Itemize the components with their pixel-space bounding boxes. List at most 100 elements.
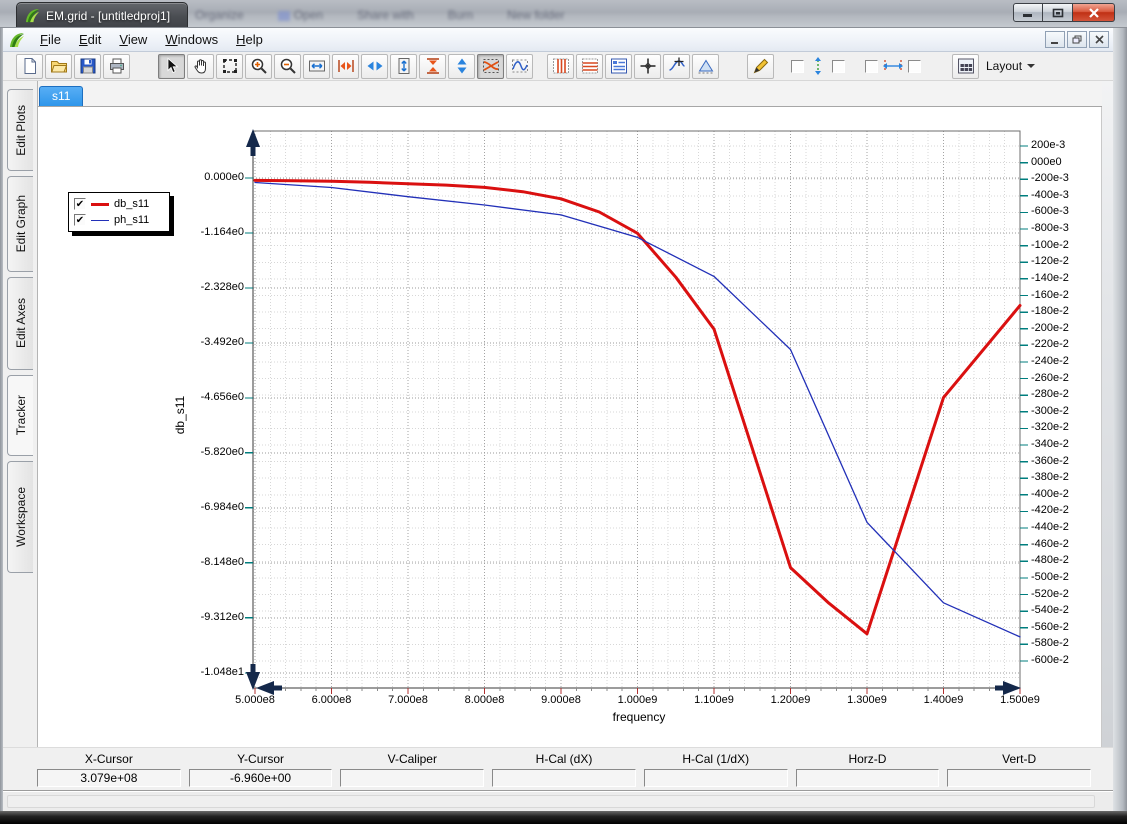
field-label: Y-Cursor <box>189 752 333 769</box>
crosshair-button[interactable] <box>634 54 661 79</box>
top-cursor-checkbox[interactable] <box>865 60 878 73</box>
bg-new-folder: New folder <box>507 8 564 22</box>
mdi-close-button[interactable] <box>1089 31 1109 48</box>
select-cursor-button[interactable] <box>158 54 185 79</box>
menu-edit[interactable]: Edit <box>70 29 110 50</box>
vertical-markers-button[interactable] <box>547 54 574 79</box>
expand-y-icon <box>453 57 471 75</box>
toolbar: Layout <box>3 52 1113 81</box>
zoom-in-button[interactable] <box>245 54 272 79</box>
menu-help[interactable]: Help <box>227 29 272 50</box>
tab-s11[interactable]: s11 <box>39 86 83 106</box>
sidetab-edit-plots[interactable]: Edit Plots <box>7 89 33 171</box>
horizontal-markers-button[interactable] <box>576 54 603 79</box>
bottom-cursor-checkbox[interactable] <box>908 60 921 73</box>
open-file-button[interactable] <box>45 54 72 79</box>
field-label: V-Caliper <box>340 752 484 769</box>
window-border-right <box>1113 28 1127 811</box>
menu-windows[interactable]: Windows <box>156 29 227 50</box>
tracker-button[interactable] <box>663 54 690 79</box>
folder-icon <box>278 11 290 21</box>
layout-label: Layout <box>986 59 1022 73</box>
field-horz-d: Horz-D <box>796 752 940 787</box>
horz-d-value[interactable] <box>796 769 940 787</box>
sidetab-workspace[interactable]: Workspace <box>7 461 33 573</box>
menu-view[interactable]: View <box>110 29 156 50</box>
legend-line-sample-ph-s11 <box>91 220 109 221</box>
sidetab-edit-graph[interactable]: Edit Graph <box>7 176 33 272</box>
pan-button[interactable] <box>187 54 214 79</box>
mdi-close-icon <box>1095 35 1104 44</box>
minimize-icon <box>1022 8 1034 17</box>
zoom-window-icon <box>221 57 239 75</box>
sidetab-tracker[interactable]: Tracker <box>7 375 33 456</box>
zoom-window-button[interactable] <box>216 54 243 79</box>
legend-checkbox-ph-s11[interactable]: ✔ <box>74 214 86 226</box>
expand-y-button[interactable] <box>448 54 475 79</box>
vertical-markers-icon <box>552 57 570 75</box>
open-folder-icon <box>50 57 68 75</box>
legend-checkbox-db-s11[interactable]: ✔ <box>74 198 86 210</box>
bg-organize: Organize <box>195 8 244 22</box>
vertical-scrollbar[interactable] <box>1102 81 1113 747</box>
delta-marker-button[interactable] <box>692 54 719 79</box>
y-cursor-value[interactable]: -6.960e+00 <box>189 769 333 787</box>
x-cursor-value[interactable]: 3.079e+08 <box>37 769 181 787</box>
document-area: s11 <box>37 81 1102 747</box>
application-window: EM.grid - [untitledproj1] Organize Open … <box>0 0 1127 824</box>
fit-width-icon <box>308 57 326 75</box>
menu-file[interactable]: File <box>31 29 70 50</box>
menubar: File Edit View Windows Help <box>3 28 1113 52</box>
statusbar <box>3 790 1113 811</box>
legend-label-ph-s11: ph_s11 <box>114 214 149 226</box>
new-file-button[interactable] <box>16 54 43 79</box>
legend-row-db-s11[interactable]: ✔ db_s11 <box>74 196 164 212</box>
h-cal-1dx-value[interactable] <box>644 769 788 787</box>
layout-grid-button[interactable] <box>952 54 979 79</box>
right-cursor-checkbox[interactable] <box>832 60 845 73</box>
field-v-caliper: V-Caliper <box>340 752 484 787</box>
legend-row-ph-s11[interactable]: ✔ ph_s11 <box>74 212 164 228</box>
mdi-restore-icon <box>1072 35 1082 44</box>
plot-canvas[interactable] <box>38 107 1102 747</box>
main-area: Edit Plots Edit Graph Edit Axes Tracker … <box>3 81 1113 747</box>
field-label: Horz-D <box>796 752 940 769</box>
shrink-y-button[interactable] <box>419 54 446 79</box>
layout-dropdown[interactable]: Layout <box>980 57 1041 75</box>
close-button[interactable] <box>1073 3 1115 22</box>
new-file-icon <box>21 57 39 75</box>
emgrid-logo-icon-small <box>9 32 25 48</box>
legend-toggle-button[interactable] <box>605 54 632 79</box>
maximize-button[interactable] <box>1043 3 1073 22</box>
annotate-button[interactable] <box>747 54 774 79</box>
fit-height-button[interactable] <box>390 54 417 79</box>
fit-width-button[interactable] <box>303 54 330 79</box>
sidetab-edit-axes[interactable]: Edit Axes <box>7 277 33 370</box>
v-caliper-value[interactable] <box>340 769 484 787</box>
shrink-x-button[interactable] <box>332 54 359 79</box>
vert-d-value[interactable] <box>947 769 1091 787</box>
save-button[interactable] <box>74 54 101 79</box>
expand-x-button[interactable] <box>361 54 388 79</box>
autoscale-button[interactable] <box>477 54 504 79</box>
x-cursors-icon[interactable] <box>882 56 904 76</box>
left-cursor-checkbox[interactable] <box>791 60 804 73</box>
field-label: H-Cal (dX) <box>492 752 636 769</box>
titlebar[interactable]: EM.grid - [untitledproj1] Organize Open … <box>0 0 1127 28</box>
print-icon <box>108 57 126 75</box>
mdi-restore-button[interactable] <box>1067 31 1087 48</box>
print-button[interactable] <box>103 54 130 79</box>
delta-marker-icon <box>697 57 715 75</box>
mdi-minimize-button[interactable] <box>1045 31 1065 48</box>
h-cal-dx-value[interactable] <box>492 769 636 787</box>
pan-hand-icon <box>192 57 210 75</box>
zoom-out-button[interactable] <box>274 54 301 79</box>
chevron-down-icon <box>1027 64 1035 68</box>
y-cursors-icon[interactable] <box>808 56 828 76</box>
annotate-pencil-icon <box>752 57 770 75</box>
smooth-curve-button[interactable] <box>506 54 533 79</box>
save-icon <box>79 57 97 75</box>
field-h-cal-1dx: H-Cal (1/dX) <box>644 752 788 787</box>
legend[interactable]: ✔ db_s11 ✔ ph_s11 <box>68 192 170 232</box>
minimize-button[interactable] <box>1013 3 1043 22</box>
